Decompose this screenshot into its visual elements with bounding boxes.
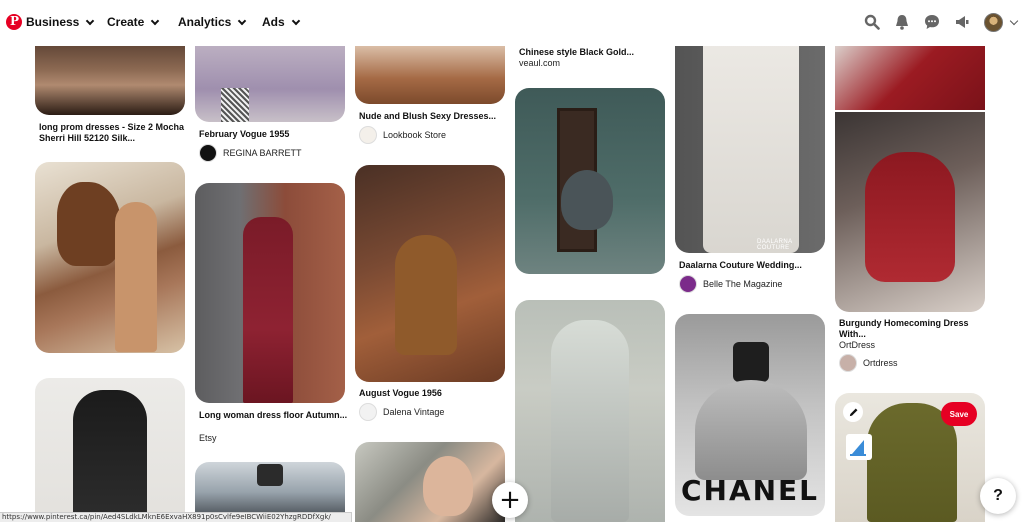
pin-user-name: REGINA BARRETT (223, 148, 302, 158)
pin-image[interactable] (835, 112, 985, 312)
bell-icon[interactable] (894, 14, 910, 30)
pin-image[interactable]: CHANEL (675, 314, 825, 516)
nav-ads[interactable]: Ads (262, 15, 300, 29)
pin-title[interactable]: Burgundy Homecoming Dress With... (839, 318, 989, 340)
pinterest-logo-icon[interactable] (6, 14, 22, 30)
pin-user[interactable]: Belle The Magazine (679, 275, 782, 293)
pin-title[interactable]: long prom dresses - Size 2 Mocha Sherri … (39, 122, 189, 144)
search-icon[interactable] (864, 14, 880, 30)
chevron-down-icon (291, 16, 300, 25)
white-gown-shape (703, 40, 799, 253)
pin-image[interactable] (35, 40, 185, 115)
sage-gown-shape (551, 320, 629, 522)
chevron-down-icon[interactable] (1009, 16, 1019, 26)
pin-source[interactable]: Etsy (199, 433, 217, 444)
corset-shape (733, 342, 769, 382)
source-badge (846, 434, 872, 460)
pin-image[interactable] (515, 88, 665, 274)
coat-shape (115, 202, 157, 352)
pin-image[interactable]: DAALARNA COUTURE (675, 40, 825, 253)
user-avatar (679, 275, 697, 293)
burgundy-dress-shape (865, 152, 955, 282)
pin-title[interactable]: August Vogue 1956 (359, 388, 509, 399)
nav-analytics-label: Analytics (178, 15, 232, 29)
pin-image[interactable] (35, 162, 185, 353)
pin-user-name: Dalena Vintage (383, 407, 445, 417)
pin-image[interactable] (835, 40, 985, 110)
nav-analytics[interactable]: Analytics (178, 15, 247, 29)
pin-user[interactable]: Dalena Vintage (359, 403, 444, 421)
nav-business-label: Business (26, 15, 80, 29)
user-avatar[interactable] (984, 13, 1003, 32)
megaphone-icon[interactable] (954, 14, 970, 30)
pin-user-name: Ortdress (863, 358, 898, 368)
pin-title[interactable]: Daalarna Couture Wedding... (679, 260, 829, 271)
houndstooth-shape (221, 88, 249, 122)
help-button[interactable]: ? (980, 478, 1016, 514)
nav-business[interactable]: Business (26, 15, 95, 29)
user-avatar (199, 144, 217, 162)
pin-source[interactable]: veaul.com (519, 58, 560, 69)
chevron-down-icon (238, 16, 247, 25)
user-avatar (359, 403, 377, 421)
add-pin-button[interactable]: + (492, 482, 528, 518)
nav-create[interactable]: Create (107, 15, 160, 29)
brown-dress-shape (395, 235, 457, 355)
save-button[interactable]: Save (941, 402, 977, 426)
pin-image[interactable] (355, 442, 505, 522)
pin-user[interactable]: REGINA BARRETT (199, 144, 302, 162)
horse-shape (57, 182, 121, 266)
chevron-down-icon (86, 16, 95, 25)
chanel-wordmark: CHANEL (680, 474, 820, 507)
pin-image[interactable] (355, 165, 505, 382)
chevron-down-icon (151, 16, 160, 25)
pin-user-name: Belle The Magazine (703, 279, 783, 289)
pin-user[interactable]: Ortdress (839, 354, 898, 372)
face-shape (423, 456, 473, 516)
pin-title[interactable]: Long woman dress floor Autumn... (199, 410, 349, 421)
pin-title[interactable]: Nude and Blush Sexy Dresses... (359, 111, 509, 122)
tulle-skirt-shape (695, 380, 807, 480)
top-nav-bar: Business Create Analytics Ads (0, 0, 1024, 46)
user-avatar (359, 126, 377, 144)
pin-user-name: Lookbook Store (383, 130, 447, 140)
pin-image[interactable] (195, 183, 345, 403)
watermark-text: DAALARNA COUTURE (757, 239, 793, 251)
black-coat-shape (73, 390, 147, 522)
pin-image[interactable] (515, 300, 665, 522)
pin-image[interactable] (35, 378, 185, 522)
pin-image[interactable] (355, 40, 505, 104)
nav-ads-label: Ads (262, 15, 285, 29)
pin-image[interactable] (195, 40, 345, 122)
nav-create-label: Create (107, 15, 145, 29)
chat-icon[interactable] (924, 14, 940, 30)
grey-dress-shape (561, 170, 613, 230)
pencil-icon (849, 408, 857, 416)
top-hat-shape (257, 464, 283, 486)
pin-title[interactable]: Chinese style Black Gold... (519, 47, 669, 58)
pin-title[interactable]: February Vogue 1955 (199, 129, 349, 140)
red-dress-shape (243, 217, 293, 403)
link-preview-status: https://www.pinterest.ca/pin/Aed4SLdkLMk… (0, 512, 352, 522)
edit-pin-button[interactable] (843, 402, 863, 422)
pin-source[interactable]: OrtDress (839, 340, 875, 351)
sail-icon (850, 440, 866, 456)
user-avatar (839, 354, 857, 372)
pin-user[interactable]: Lookbook Store (359, 126, 446, 144)
